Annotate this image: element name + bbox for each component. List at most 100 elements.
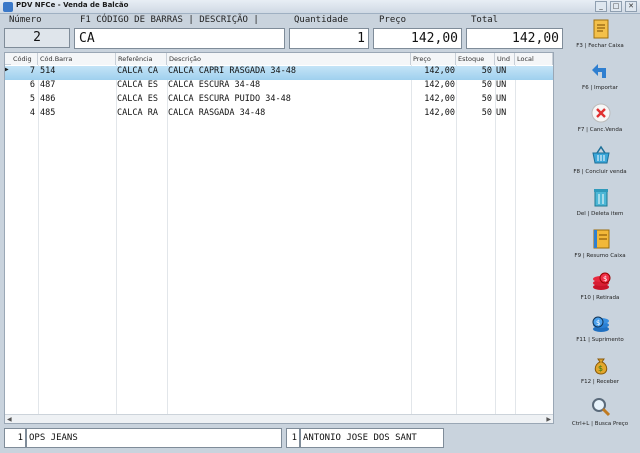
- cell-referencia: CALCA ES: [117, 94, 158, 104]
- cell-estoque: 50: [481, 66, 492, 76]
- cell-preco: 142,00: [424, 108, 455, 118]
- cell-local: [516, 108, 553, 122]
- cell-codigo: 7: [29, 66, 35, 76]
- col-header-cod-barra[interactable]: Cód.Barra: [38, 53, 116, 65]
- quantidade-input[interactable]: 1: [289, 28, 369, 49]
- notebook-icon: [593, 229, 610, 249]
- table-row[interactable]: 4 485 CALCA RA CALCA RASGADA 34-48 142,0…: [5, 108, 553, 122]
- app-icon: [3, 2, 13, 12]
- svg-text:$: $: [598, 364, 603, 373]
- cell-referencia: CALCA CA: [117, 66, 158, 76]
- svg-text:$: $: [596, 319, 600, 327]
- fechar-caixa-button[interactable]: F3 | Fechar Caixa: [560, 16, 640, 56]
- cell-preco: 142,00: [424, 66, 455, 76]
- cell-cod-barra: 514: [40, 66, 56, 76]
- total-field: 142,00: [466, 28, 563, 49]
- cell-descricao: CALCA RASGADA 34-48: [168, 108, 266, 118]
- cell-und: UN: [496, 66, 507, 76]
- col-header-und[interactable]: Und: [495, 53, 515, 65]
- cell-preco: 142,00: [424, 80, 455, 90]
- suprimento-label: F11 | Suprimento: [576, 337, 624, 343]
- retirada-button[interactable]: $ F10 | Retirada: [560, 268, 640, 308]
- concluir-venda-button[interactable]: F8 | Concluir venda: [560, 142, 640, 182]
- receber-label: F12 | Receber: [580, 379, 619, 385]
- col-header-estoque[interactable]: Estoque: [456, 53, 495, 65]
- money-bag-icon: $: [594, 358, 608, 375]
- cell-cod-barra: 485: [40, 108, 56, 118]
- vendedor-name: ANTONIO JOSE DOS SANT: [300, 428, 444, 448]
- scroll-right-icon[interactable]: ▶: [546, 416, 551, 423]
- importar-button[interactable]: F6 | Importar: [560, 58, 640, 98]
- import-arrow-icon: [592, 64, 606, 78]
- cell-local: [516, 66, 553, 80]
- cell-codigo: 4: [29, 108, 35, 118]
- receber-button[interactable]: $ F12 | Receber: [560, 352, 640, 392]
- cell-descricao: CALCA CAPRI RASGADA 34-48: [168, 66, 296, 76]
- cell-und: UN: [496, 94, 507, 104]
- cell-preco: 142,00: [424, 94, 455, 104]
- cell-estoque: 50: [481, 80, 492, 90]
- cell-estoque: 50: [481, 108, 492, 118]
- col-header-preco[interactable]: Preço: [411, 53, 456, 65]
- cell-und: UN: [496, 80, 507, 90]
- cancelar-venda-label: F7 | Canc.Venda: [577, 127, 623, 133]
- basket-icon: [592, 145, 610, 164]
- close-icon[interactable]: ✕: [625, 1, 637, 12]
- resumo-caixa-label: F9 | Resumo Caixa: [574, 253, 626, 259]
- col-header-referencia[interactable]: Referência: [116, 53, 167, 65]
- cell-descricao: CALCA ESCURA PUIDO 34-48: [168, 94, 291, 104]
- busca-preco-button[interactable]: Ctrl+L | Busca Preço: [560, 394, 640, 434]
- title-bar: PDV NFCe - Venda de Balcão _ □ ✕: [0, 0, 640, 14]
- magnifier-icon: [592, 398, 611, 417]
- maximize-icon[interactable]: □: [610, 1, 622, 12]
- cell-codigo: 5: [29, 94, 35, 104]
- busca-label: F1 CÓDIGO DE BARRAS | DESCRIÇÃO |: [80, 15, 259, 25]
- cell-local: [516, 80, 553, 94]
- resumo-caixa-button[interactable]: F9 | Resumo Caixa: [560, 226, 640, 266]
- coins-blue-icon: $: [592, 316, 609, 332]
- table-row[interactable]: 5 486 CALCA ES CALCA ESCURA PUIDO 34-48 …: [5, 94, 553, 108]
- scroll-left-icon[interactable]: ◀: [7, 416, 12, 423]
- suprimento-button[interactable]: $ F11 | Suprimento: [560, 310, 640, 350]
- window-title: PDV NFCe - Venda de Balcão: [16, 1, 129, 9]
- cell-cod-barra: 487: [40, 80, 56, 90]
- col-header-descricao[interactable]: Descrição: [167, 53, 411, 65]
- total-label: Total: [471, 15, 499, 25]
- quantidade-label: Quantidade: [294, 15, 349, 25]
- product-grid[interactable]: Códig Cód.Barra Referência Descrição Pre…: [4, 52, 554, 424]
- cell-und: UN: [496, 108, 507, 118]
- numero-label: Número: [9, 15, 42, 25]
- trash-icon: [594, 189, 608, 207]
- cell-referencia: CALCA RA: [117, 108, 158, 118]
- col-header-codigo[interactable]: Códig: [11, 53, 38, 65]
- deleta-item-label: Del | Deleta item: [576, 211, 624, 217]
- cell-local: [516, 94, 553, 108]
- retirada-label: F10 | Retirada: [580, 295, 620, 301]
- cancelar-venda-button[interactable]: F7 | Canc.Venda: [560, 100, 640, 140]
- cell-descricao: CALCA ESCURA 34-48: [168, 80, 261, 90]
- cancel-x-icon: [591, 103, 611, 123]
- table-row[interactable]: 6 487 CALCA ES CALCA ESCURA 34-48 142,00…: [5, 80, 553, 94]
- cell-referencia: CALCA ES: [117, 80, 158, 90]
- deleta-item-button[interactable]: Del | Deleta item: [560, 184, 640, 224]
- preco-field[interactable]: 142,00: [373, 28, 462, 49]
- minimize-icon[interactable]: _: [595, 1, 607, 12]
- cell-cod-barra: 486: [40, 94, 56, 104]
- cell-estoque: 50: [481, 94, 492, 104]
- loja-name: OPS JEANS: [26, 428, 282, 448]
- numero-field: 2: [4, 28, 70, 48]
- horizontal-scrollbar[interactable]: ◀ ▶: [5, 414, 553, 423]
- window-controls: _ □ ✕: [595, 1, 637, 12]
- table-row[interactable]: ▶ 7 514 CALCA CA CALCA CAPRI RASGADA 34-…: [5, 66, 553, 80]
- preco-label: Preço: [379, 15, 407, 25]
- receipt-icon: [593, 19, 609, 39]
- coins-red-icon: $: [593, 272, 611, 290]
- search-input[interactable]: CA: [74, 28, 285, 49]
- busca-preco-label: Ctrl+L | Busca Preço: [571, 421, 629, 427]
- fechar-caixa-label: F3 | Fechar Caixa: [576, 43, 624, 49]
- concluir-venda-label: F8 | Concluir venda: [573, 169, 627, 175]
- col-header-local[interactable]: Local: [515, 53, 553, 65]
- caixa-number: 1: [4, 428, 26, 448]
- importar-label: F6 | Importar: [582, 85, 618, 91]
- svg-text:$: $: [603, 275, 607, 283]
